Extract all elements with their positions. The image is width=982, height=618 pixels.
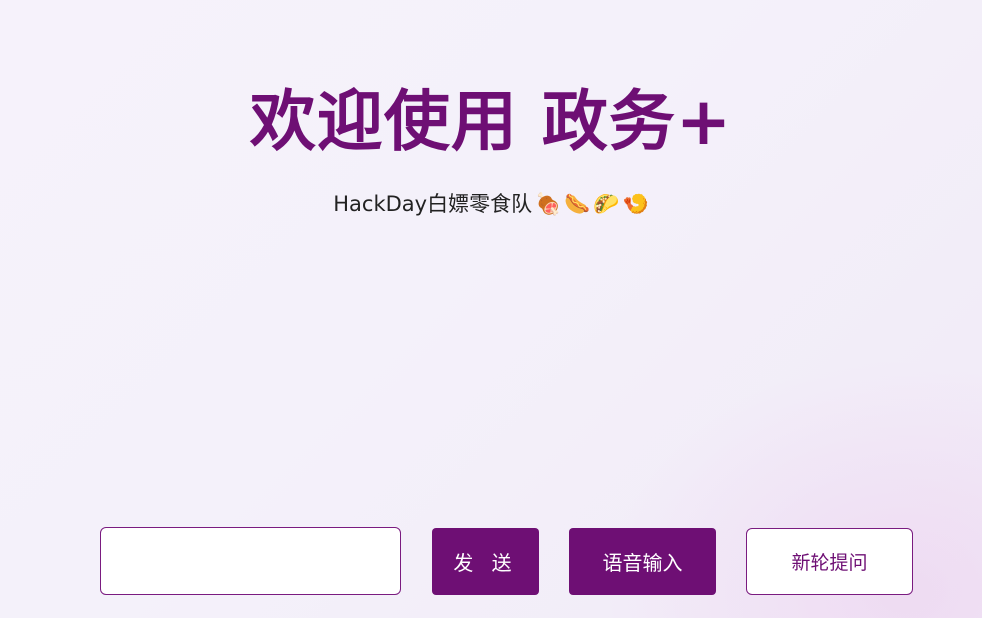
shrimp-icon: 🍤 (622, 192, 649, 216)
new-round-button[interactable]: 新轮提问 (746, 528, 913, 595)
send-button[interactable]: 发 送 (432, 528, 539, 595)
question-input[interactable] (100, 527, 401, 595)
voice-input-button[interactable]: 语音输入 (569, 528, 716, 595)
hotdog-icon: 🌭 (564, 192, 591, 216)
team-subtitle: HackDay白嫖零食队 🍖 🌭 🌮 🍤 (0, 188, 982, 220)
taco-icon: 🌮 (593, 192, 620, 216)
page-title: 欢迎使用 政务+ (249, 83, 733, 160)
meat-icon: 🍖 (535, 192, 562, 216)
team-name: HackDay白嫖零食队 (333, 192, 533, 216)
